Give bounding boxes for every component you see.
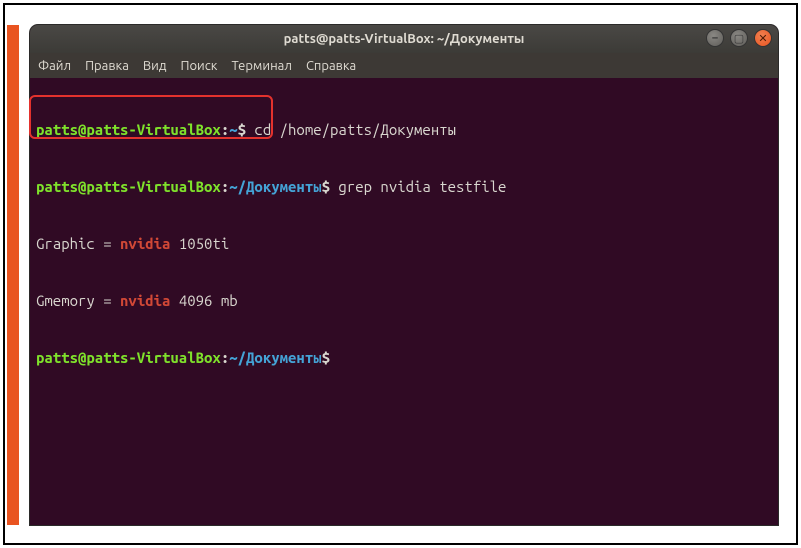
prompt-path: ~ xyxy=(229,121,237,138)
menu-view[interactable]: Вид xyxy=(143,59,167,73)
prompt-dollar: $ xyxy=(322,349,330,366)
terminal-body[interactable]: patts@patts-VirtualBox:~$ cd /home/patts… xyxy=(30,78,778,409)
menubar: Файл Правка Вид Поиск Терминал Справка xyxy=(30,53,778,78)
prompt-colon: : xyxy=(221,349,229,366)
terminal-line: patts@patts-VirtualBox:~/Документы$ grep… xyxy=(36,177,772,196)
terminal-window: patts@patts-VirtualBox: ~/Документы – ▢ … xyxy=(30,25,778,525)
output-text: Gmemory = xyxy=(36,292,120,309)
minimize-icon: – xyxy=(712,32,718,44)
menu-search[interactable]: Поиск xyxy=(180,59,217,73)
prompt-dollar: $ xyxy=(238,121,246,138)
accent-strip xyxy=(7,25,19,525)
command-text: cd /home/patts/Документы xyxy=(246,121,456,138)
output-text: 1050ti xyxy=(170,235,229,252)
command-text: grep nvidia testfile xyxy=(330,178,506,195)
output-text: Graphic = xyxy=(36,235,120,252)
prompt-colon: : xyxy=(221,178,229,195)
window-controls: – ▢ ✕ xyxy=(706,29,772,47)
prompt-colon: : xyxy=(221,121,229,138)
prompt-path: ~/Документы xyxy=(229,178,321,195)
close-button[interactable]: ✕ xyxy=(754,29,772,47)
grep-match: nvidia xyxy=(120,235,170,252)
output-text: 4096 mb xyxy=(170,292,237,309)
maximize-icon: ▢ xyxy=(734,32,744,45)
prompt-user: patts@patts-VirtualBox xyxy=(36,121,221,138)
grep-match: nvidia xyxy=(120,292,170,309)
output-line: Gmemory = nvidia 4096 mb xyxy=(36,291,772,310)
prompt-dollar: $ xyxy=(322,178,330,195)
window-title: patts@patts-VirtualBox: ~/Документы xyxy=(30,32,778,46)
prompt-user: patts@patts-VirtualBox xyxy=(36,178,221,195)
close-icon: ✕ xyxy=(758,32,767,45)
terminal-line: patts@patts-VirtualBox:~$ cd /home/patts… xyxy=(36,120,772,139)
maximize-button[interactable]: ▢ xyxy=(730,29,748,47)
minimize-button[interactable]: – xyxy=(706,29,724,47)
menu-help[interactable]: Справка xyxy=(306,59,356,73)
command-text xyxy=(330,349,338,366)
prompt-user: patts@patts-VirtualBox xyxy=(36,349,221,366)
output-line: Graphic = nvidia 1050ti xyxy=(36,234,772,253)
menu-edit[interactable]: Правка xyxy=(85,59,129,73)
menu-terminal[interactable]: Терминал xyxy=(231,59,291,73)
terminal-line: patts@patts-VirtualBox:~/Документы$ xyxy=(36,348,772,367)
titlebar[interactable]: patts@patts-VirtualBox: ~/Документы – ▢ … xyxy=(30,25,778,53)
menu-file[interactable]: Файл xyxy=(38,59,71,73)
prompt-path: ~/Документы xyxy=(229,349,321,366)
